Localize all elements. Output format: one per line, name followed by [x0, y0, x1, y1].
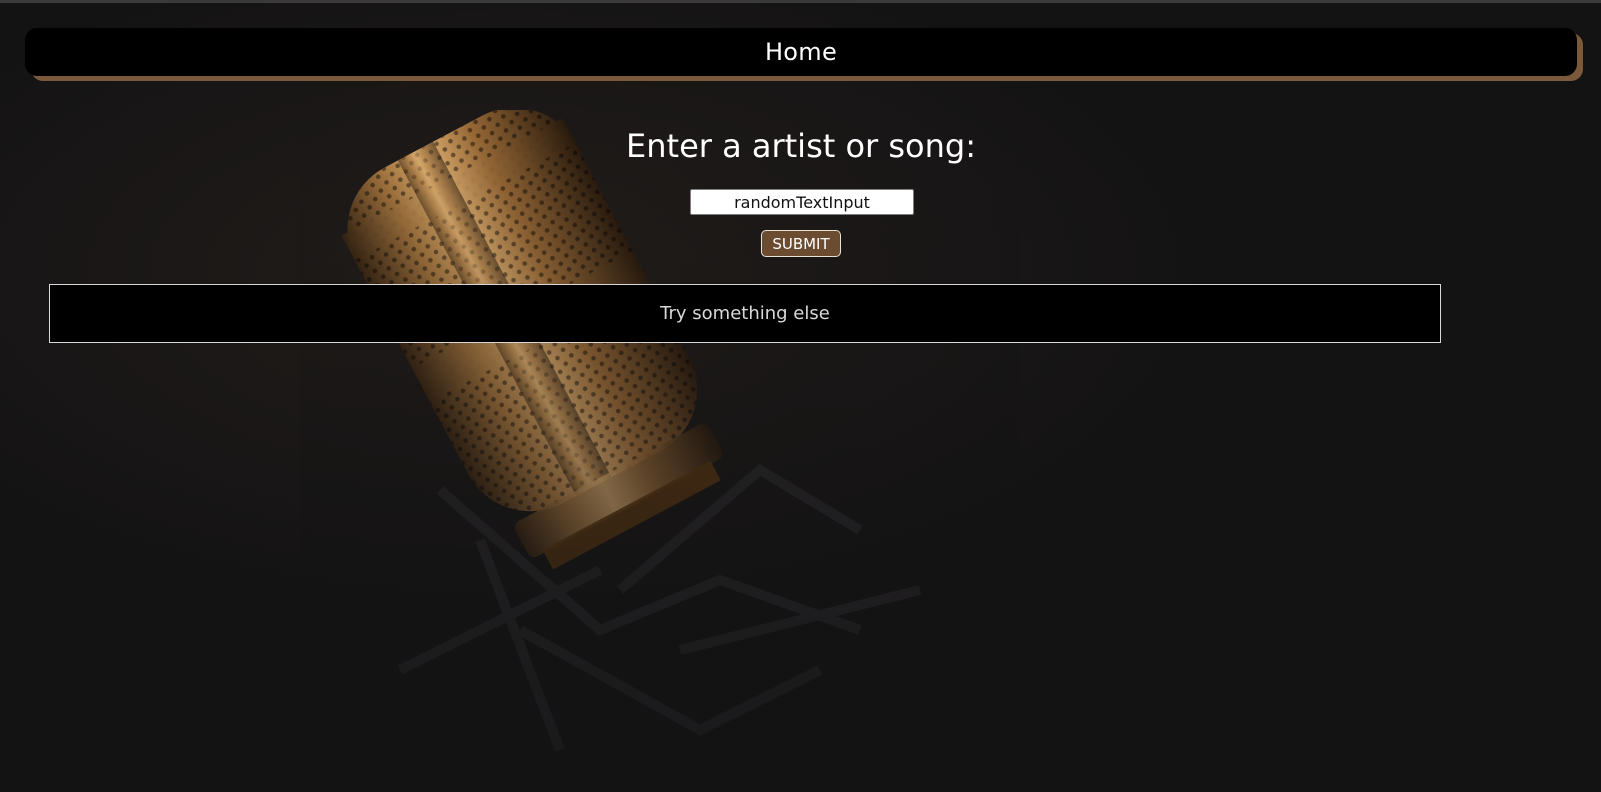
search-heading: Enter a artist or song:	[626, 127, 976, 165]
nav-home-link[interactable]: Home	[765, 38, 837, 66]
navbar: Home	[25, 28, 1577, 76]
window-top-border	[0, 0, 1601, 3]
page: Home Enter a artist or song: SUBMIT Try …	[0, 0, 1601, 792]
result-message: Try something else	[660, 303, 830, 324]
submit-button[interactable]: SUBMIT	[761, 230, 841, 257]
search-input[interactable]	[690, 189, 914, 215]
result-box: Try something else	[49, 284, 1441, 343]
